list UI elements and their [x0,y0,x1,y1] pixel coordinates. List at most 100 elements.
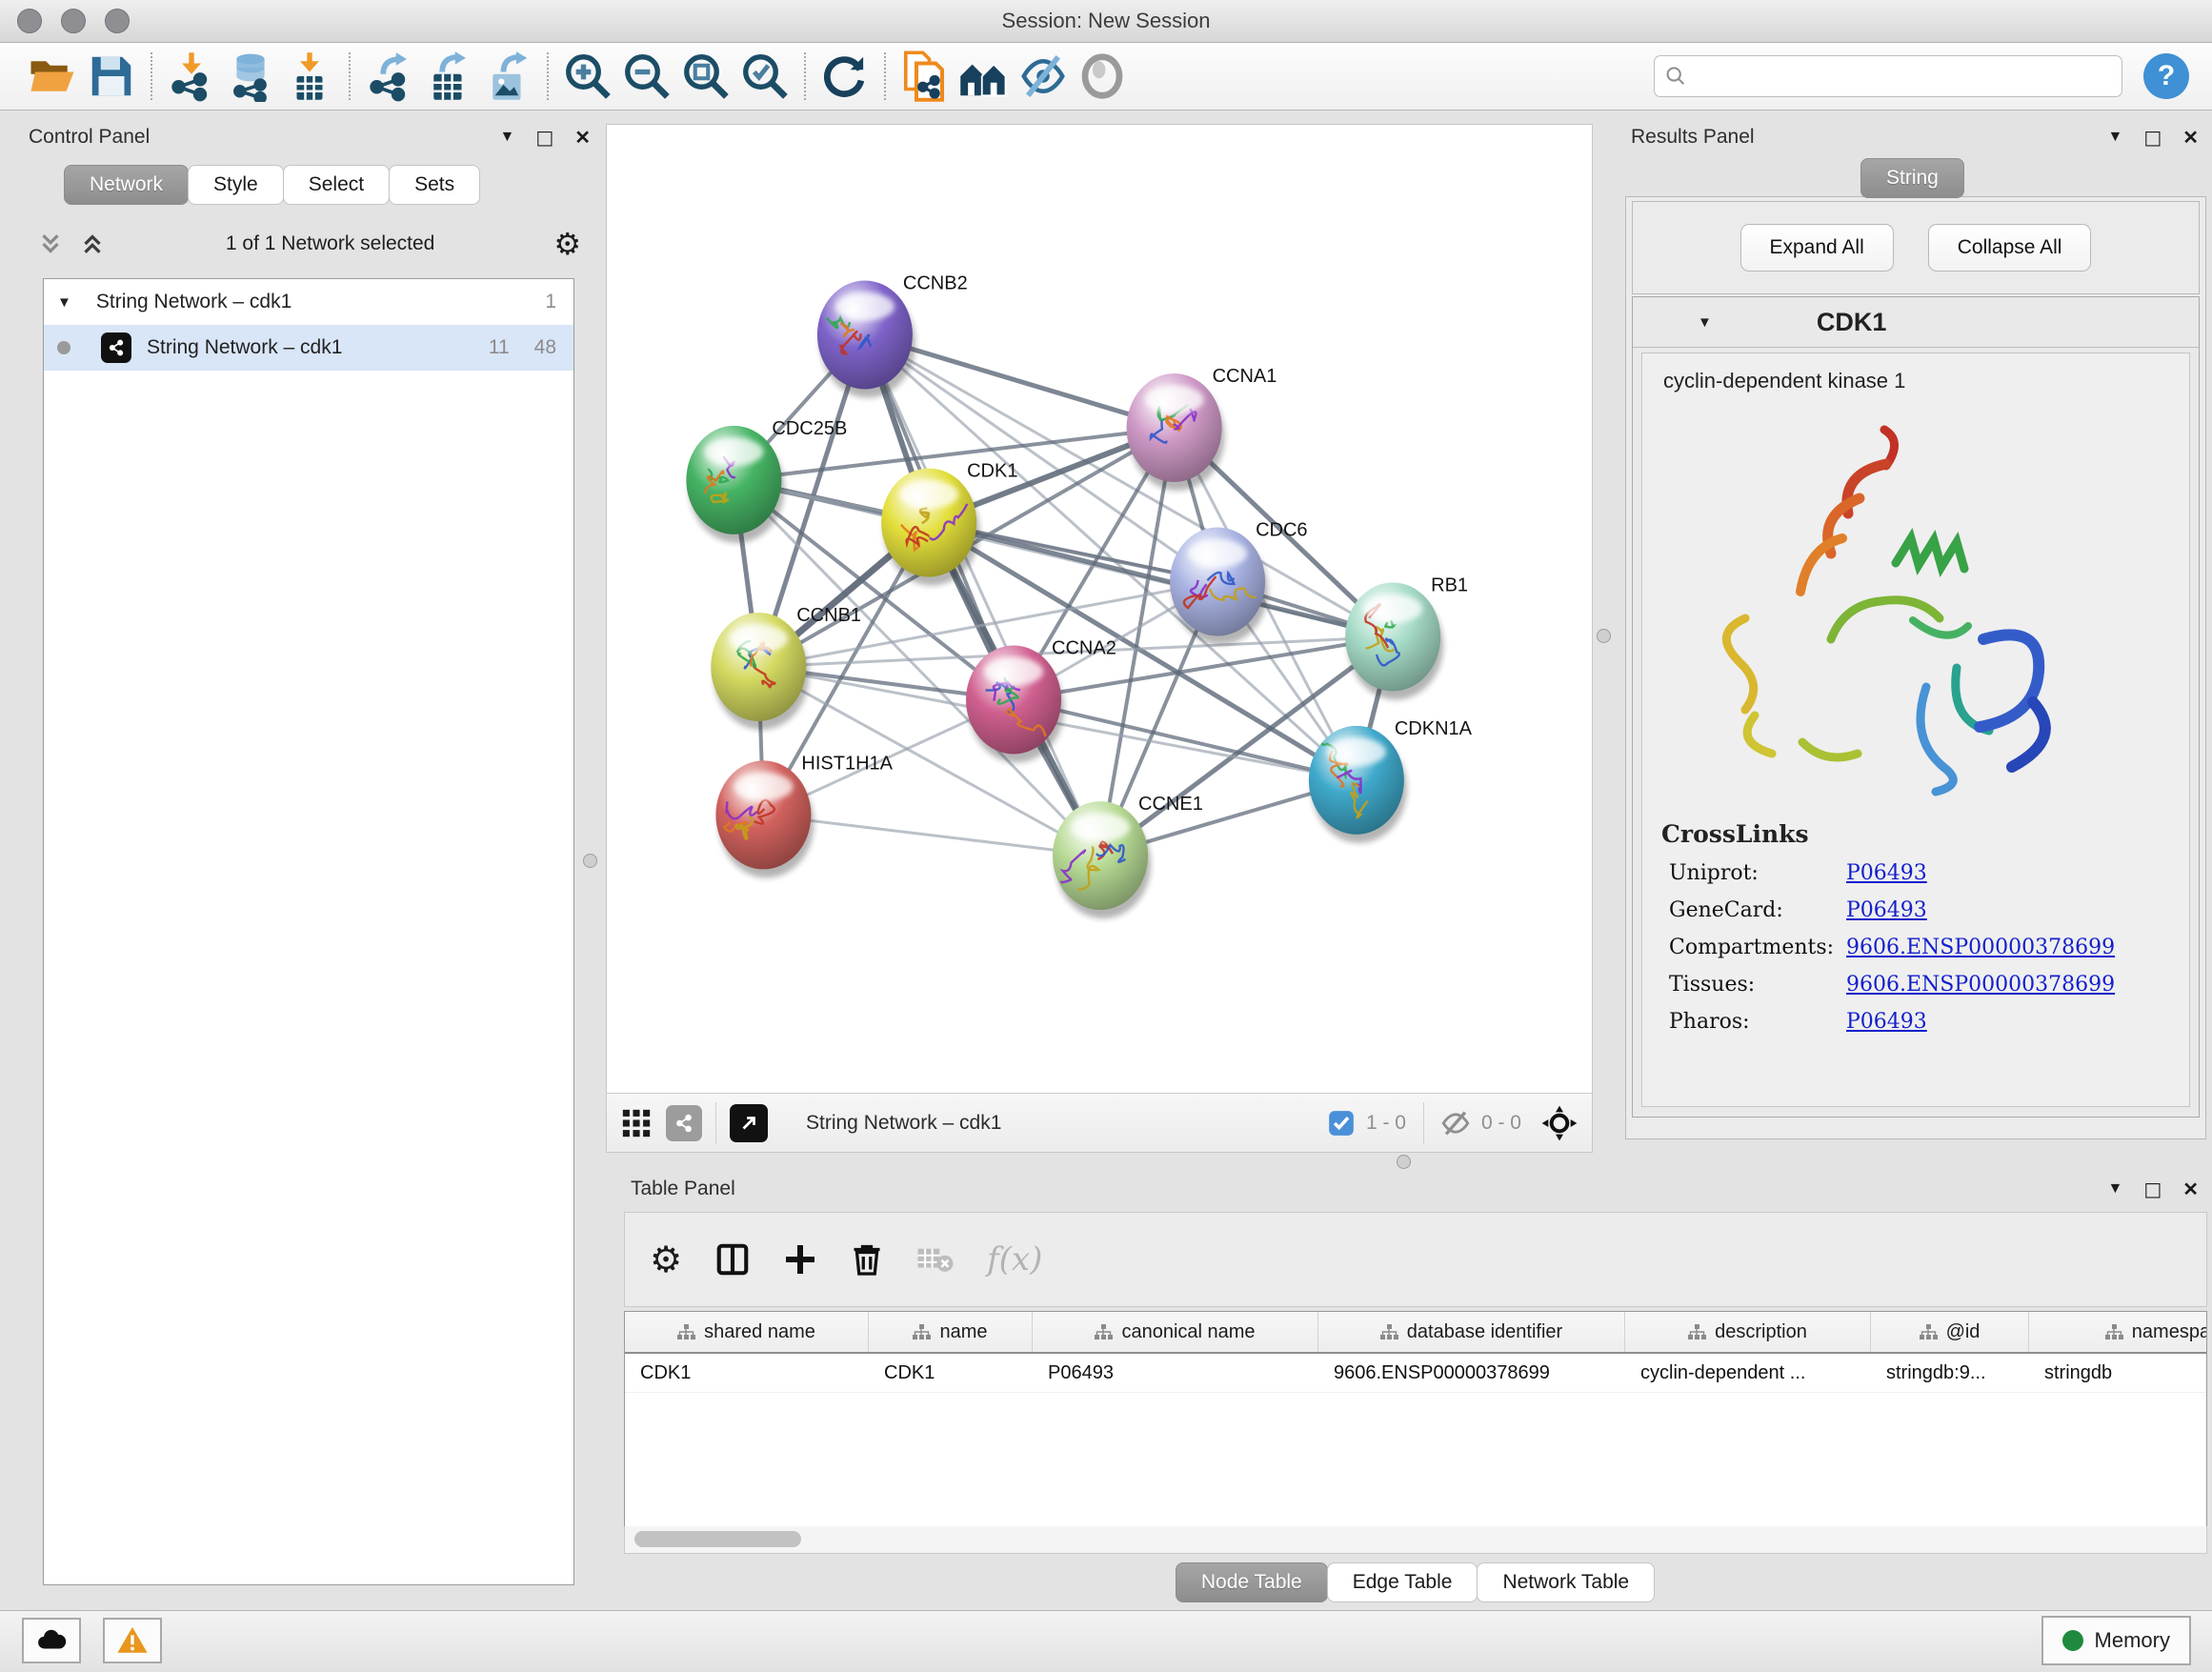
table-horizontal-scrollbar[interactable] [624,1526,2207,1554]
panel-float-icon[interactable]: □ [535,126,553,149]
zoom-in-icon[interactable] [558,47,617,106]
panel-close-icon[interactable]: ✕ [2182,126,2199,150]
network-edge-CCNB2-CCNE1[interactable] [865,334,1100,856]
network-node-CCNA1[interactable] [1127,373,1225,491]
network-edge-CDK1-RB1[interactable] [929,523,1393,637]
memory-button[interactable]: Memory [2041,1616,2191,1665]
table-cell[interactable]: P06493 [1033,1354,1318,1392]
column-header-description[interactable]: description [1625,1312,1871,1352]
collapse-all-icon[interactable] [36,230,65,258]
zoom-selected-icon[interactable] [735,47,794,106]
expand-all-icon[interactable] [78,230,107,258]
hidden-eye-slash-icon[interactable] [1439,1107,1472,1139]
import-network-file-icon[interactable] [162,47,221,106]
table-cell[interactable]: cyclin-dependent ... [1625,1354,1871,1392]
birds-eye-view-icon[interactable] [1540,1104,1579,1142]
grid-view-icon[interactable] [620,1107,653,1139]
window-minimize-button[interactable] [61,9,86,33]
table-cell[interactable]: 9606.ENSP00000378699 [1318,1354,1625,1392]
crosslink-link[interactable]: P06493 [1846,1010,1927,1034]
network-node-CCNE1[interactable] [1053,801,1151,918]
table-cell[interactable]: stringdb [2029,1354,2207,1392]
window-zoom-button[interactable] [105,9,130,33]
tab-sets[interactable]: Sets [389,165,480,205]
string-hide-glass-icon[interactable] [1014,47,1073,106]
panel-float-icon[interactable]: □ [2143,126,2162,149]
show-columns-icon[interactable] [714,1241,751,1278]
scrollbar-thumb[interactable] [634,1531,801,1547]
column-header-canonical-name[interactable]: canonical name [1033,1312,1318,1352]
crosslink-link[interactable]: P06493 [1846,898,1927,922]
crosslink-link[interactable]: 9606.ENSP00000378699 [1846,973,2115,997]
collapse-all-button[interactable]: Collapse All [1928,224,2092,272]
import-network-database-icon[interactable] [221,47,280,106]
help-icon[interactable]: ? [2143,53,2189,99]
string-home-icon[interactable] [955,47,1014,106]
network-edge-CCNA2-CDKN1A[interactable] [1014,700,1357,780]
expand-all-button[interactable]: Expand All [1740,224,1894,272]
disclosure-triangle-icon[interactable]: ▼ [57,294,71,311]
network-node-CCNA2[interactable] [966,646,1064,763]
column-header-shared-name[interactable]: shared name [625,1312,869,1352]
panel-close-icon[interactable]: ✕ [574,126,591,150]
network-node-CCNB2[interactable] [817,280,915,397]
network-collection-row[interactable]: ▼ String Network – cdk1 1 [44,279,573,325]
panel-collapse-icon[interactable]: ▼ [2107,1180,2122,1198]
tab-edge-table[interactable]: Edge Table [1327,1562,1478,1602]
splitter-handle[interactable] [583,854,597,868]
table-row[interactable]: CDK1CDK1P064939606.ENSP00000378699cyclin… [625,1354,2206,1393]
network-node-CDKN1A[interactable] [1309,726,1407,843]
share-view-icon[interactable] [666,1105,702,1141]
splitter-handle[interactable] [1397,1155,1411,1169]
network-node-CDK1[interactable] [881,469,979,586]
delete-column-icon[interactable] [850,1242,884,1277]
tab-select[interactable]: Select [283,165,390,205]
disclosure-triangle-icon[interactable]: ▼ [1698,314,1712,331]
table-cell[interactable]: CDK1 [625,1354,869,1392]
open-session-icon[interactable] [23,47,82,106]
refresh-icon[interactable] [815,47,875,106]
panel-collapse-icon[interactable]: ▼ [2107,129,2122,146]
import-table-file-icon[interactable] [280,47,339,106]
tab-network-table[interactable]: Network Table [1477,1562,1655,1602]
network-edge-HIST1H1A-CCNE1[interactable] [763,815,1100,856]
table-cell[interactable]: stringdb:9... [1871,1354,2029,1392]
tab-network[interactable]: Network [64,165,189,205]
tab-node-table[interactable]: Node Table [1176,1562,1328,1602]
network-node-CDC6[interactable] [1170,528,1268,645]
export-table-icon[interactable] [419,47,478,106]
table-cell[interactable]: CDK1 [869,1354,1033,1392]
table-options-gear-icon[interactable]: ⚙ [650,1241,682,1278]
window-close-button[interactable] [17,9,42,33]
panel-float-icon[interactable]: □ [2143,1178,2162,1200]
save-session-icon[interactable] [82,47,141,106]
network-node-HIST1H1A[interactable] [715,760,814,877]
zoom-fit-icon[interactable] [676,47,735,106]
panel-close-icon[interactable]: ✕ [2182,1178,2199,1201]
network-node-CCNB1[interactable] [711,613,809,730]
network-canvas[interactable]: CCNB2CCNA1CDC25BCDK1CDC6RB1CCNB1CCNA2CDK… [607,125,1592,1093]
crosslink-link[interactable]: 9606.ENSP00000378699 [1846,936,2115,959]
tab-string[interactable]: String [1860,158,1964,198]
tab-style[interactable]: Style [188,165,284,205]
network-row-selected[interactable]: String Network – cdk1 11 48 [44,325,573,371]
crosslink-link[interactable]: P06493 [1846,861,1927,885]
column-header-name[interactable]: name [869,1312,1033,1352]
export-network-icon[interactable] [360,47,419,106]
network-options-gear-icon[interactable]: ⚙ [553,229,581,259]
cloud-status-button[interactable] [22,1618,81,1663]
column-header-namespace[interactable]: namespace [2029,1312,2207,1352]
export-image-icon[interactable] [478,47,537,106]
search-input[interactable] [1687,65,2112,89]
panel-collapse-icon[interactable]: ▼ [499,129,514,146]
zoom-out-icon[interactable] [617,47,676,106]
selected-checkbox-icon[interactable] [1328,1110,1355,1137]
network-node-RB1[interactable] [1345,582,1443,699]
splitter-handle[interactable] [1597,629,1611,643]
create-column-icon[interactable] [783,1242,817,1277]
network-node-CDC25B[interactable] [686,426,784,543]
string-import-icon[interactable] [895,47,955,106]
warning-status-button[interactable] [103,1618,162,1663]
column-header-database-identifier[interactable]: database identifier [1318,1312,1625,1352]
string-eye-icon[interactable] [1073,47,1132,106]
